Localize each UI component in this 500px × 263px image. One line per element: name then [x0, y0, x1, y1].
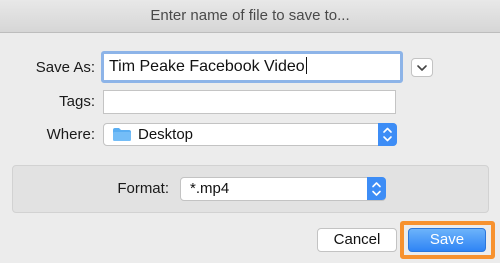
save-button[interactable]: Save: [408, 228, 486, 252]
where-popup[interactable]: Desktop: [103, 123, 397, 146]
folder-icon: [113, 128, 131, 141]
tags-input[interactable]: [103, 90, 396, 114]
save-as-value: Tim Peake Facebook Video: [109, 58, 305, 75]
tags-label: Tags:: [59, 93, 95, 110]
expand-dialog-button[interactable]: [411, 58, 433, 77]
up-down-arrows-icon: [383, 127, 392, 142]
up-down-arrows-icon: [372, 182, 381, 196]
chevron-down-icon: [417, 65, 427, 71]
where-selected: Desktop: [138, 126, 194, 143]
save-as-input[interactable]: Tim Peake Facebook Video: [101, 51, 403, 83]
format-label: Format:: [117, 180, 169, 197]
where-label: Where:: [46, 126, 95, 143]
cancel-button[interactable]: Cancel: [317, 228, 397, 252]
format-stepper[interactable]: [367, 177, 386, 200]
where-stepper[interactable]: [378, 123, 397, 146]
text-caret: [305, 57, 307, 74]
save-as-label: Save As:: [35, 59, 95, 76]
format-selected: *.mp4: [190, 180, 230, 197]
format-popup[interactable]: *.mp4: [180, 177, 386, 201]
dialog-title: Enter name of file to save to...: [0, 0, 500, 33]
